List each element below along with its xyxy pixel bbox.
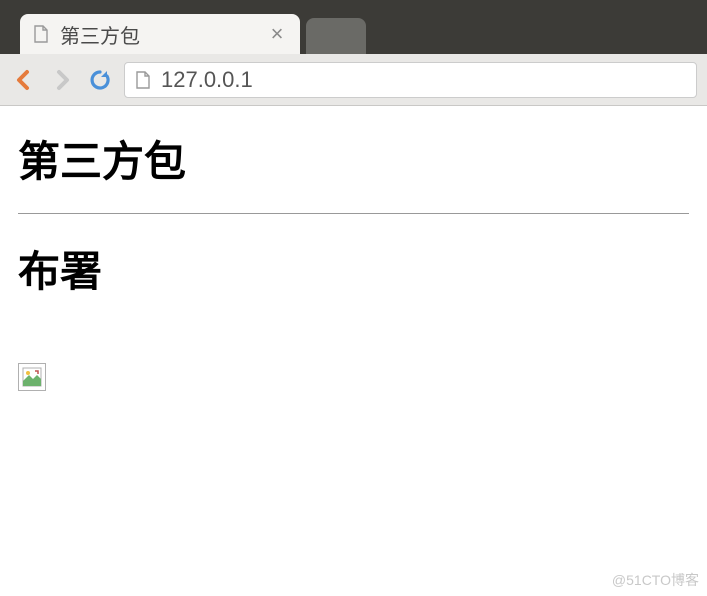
reload-button[interactable] <box>86 66 114 94</box>
browser-toolbar: 127.0.0.1 <box>0 54 707 106</box>
tab-strip: 第三方包 × <box>0 10 707 54</box>
page-heading-2: 布署 <box>18 238 689 299</box>
window-titlebar <box>0 0 707 10</box>
address-url: 127.0.0.1 <box>161 67 253 93</box>
forward-button[interactable] <box>48 66 76 94</box>
file-icon <box>32 25 50 43</box>
page-heading-1: 第三方包 <box>18 128 689 189</box>
file-icon <box>135 71 151 89</box>
address-bar[interactable]: 127.0.0.1 <box>124 62 697 98</box>
watermark: @51CTO博客 <box>612 570 699 590</box>
divider <box>18 213 689 214</box>
back-button[interactable] <box>10 66 38 94</box>
browser-tab-inactive[interactable] <box>306 18 366 54</box>
broken-image-icon <box>18 363 46 391</box>
tab-title: 第三方包 <box>60 20 256 49</box>
browser-tab-active[interactable]: 第三方包 × <box>20 14 300 54</box>
tab-close-icon[interactable]: × <box>266 21 288 47</box>
page-content: 第三方包 布署 <box>0 106 707 414</box>
